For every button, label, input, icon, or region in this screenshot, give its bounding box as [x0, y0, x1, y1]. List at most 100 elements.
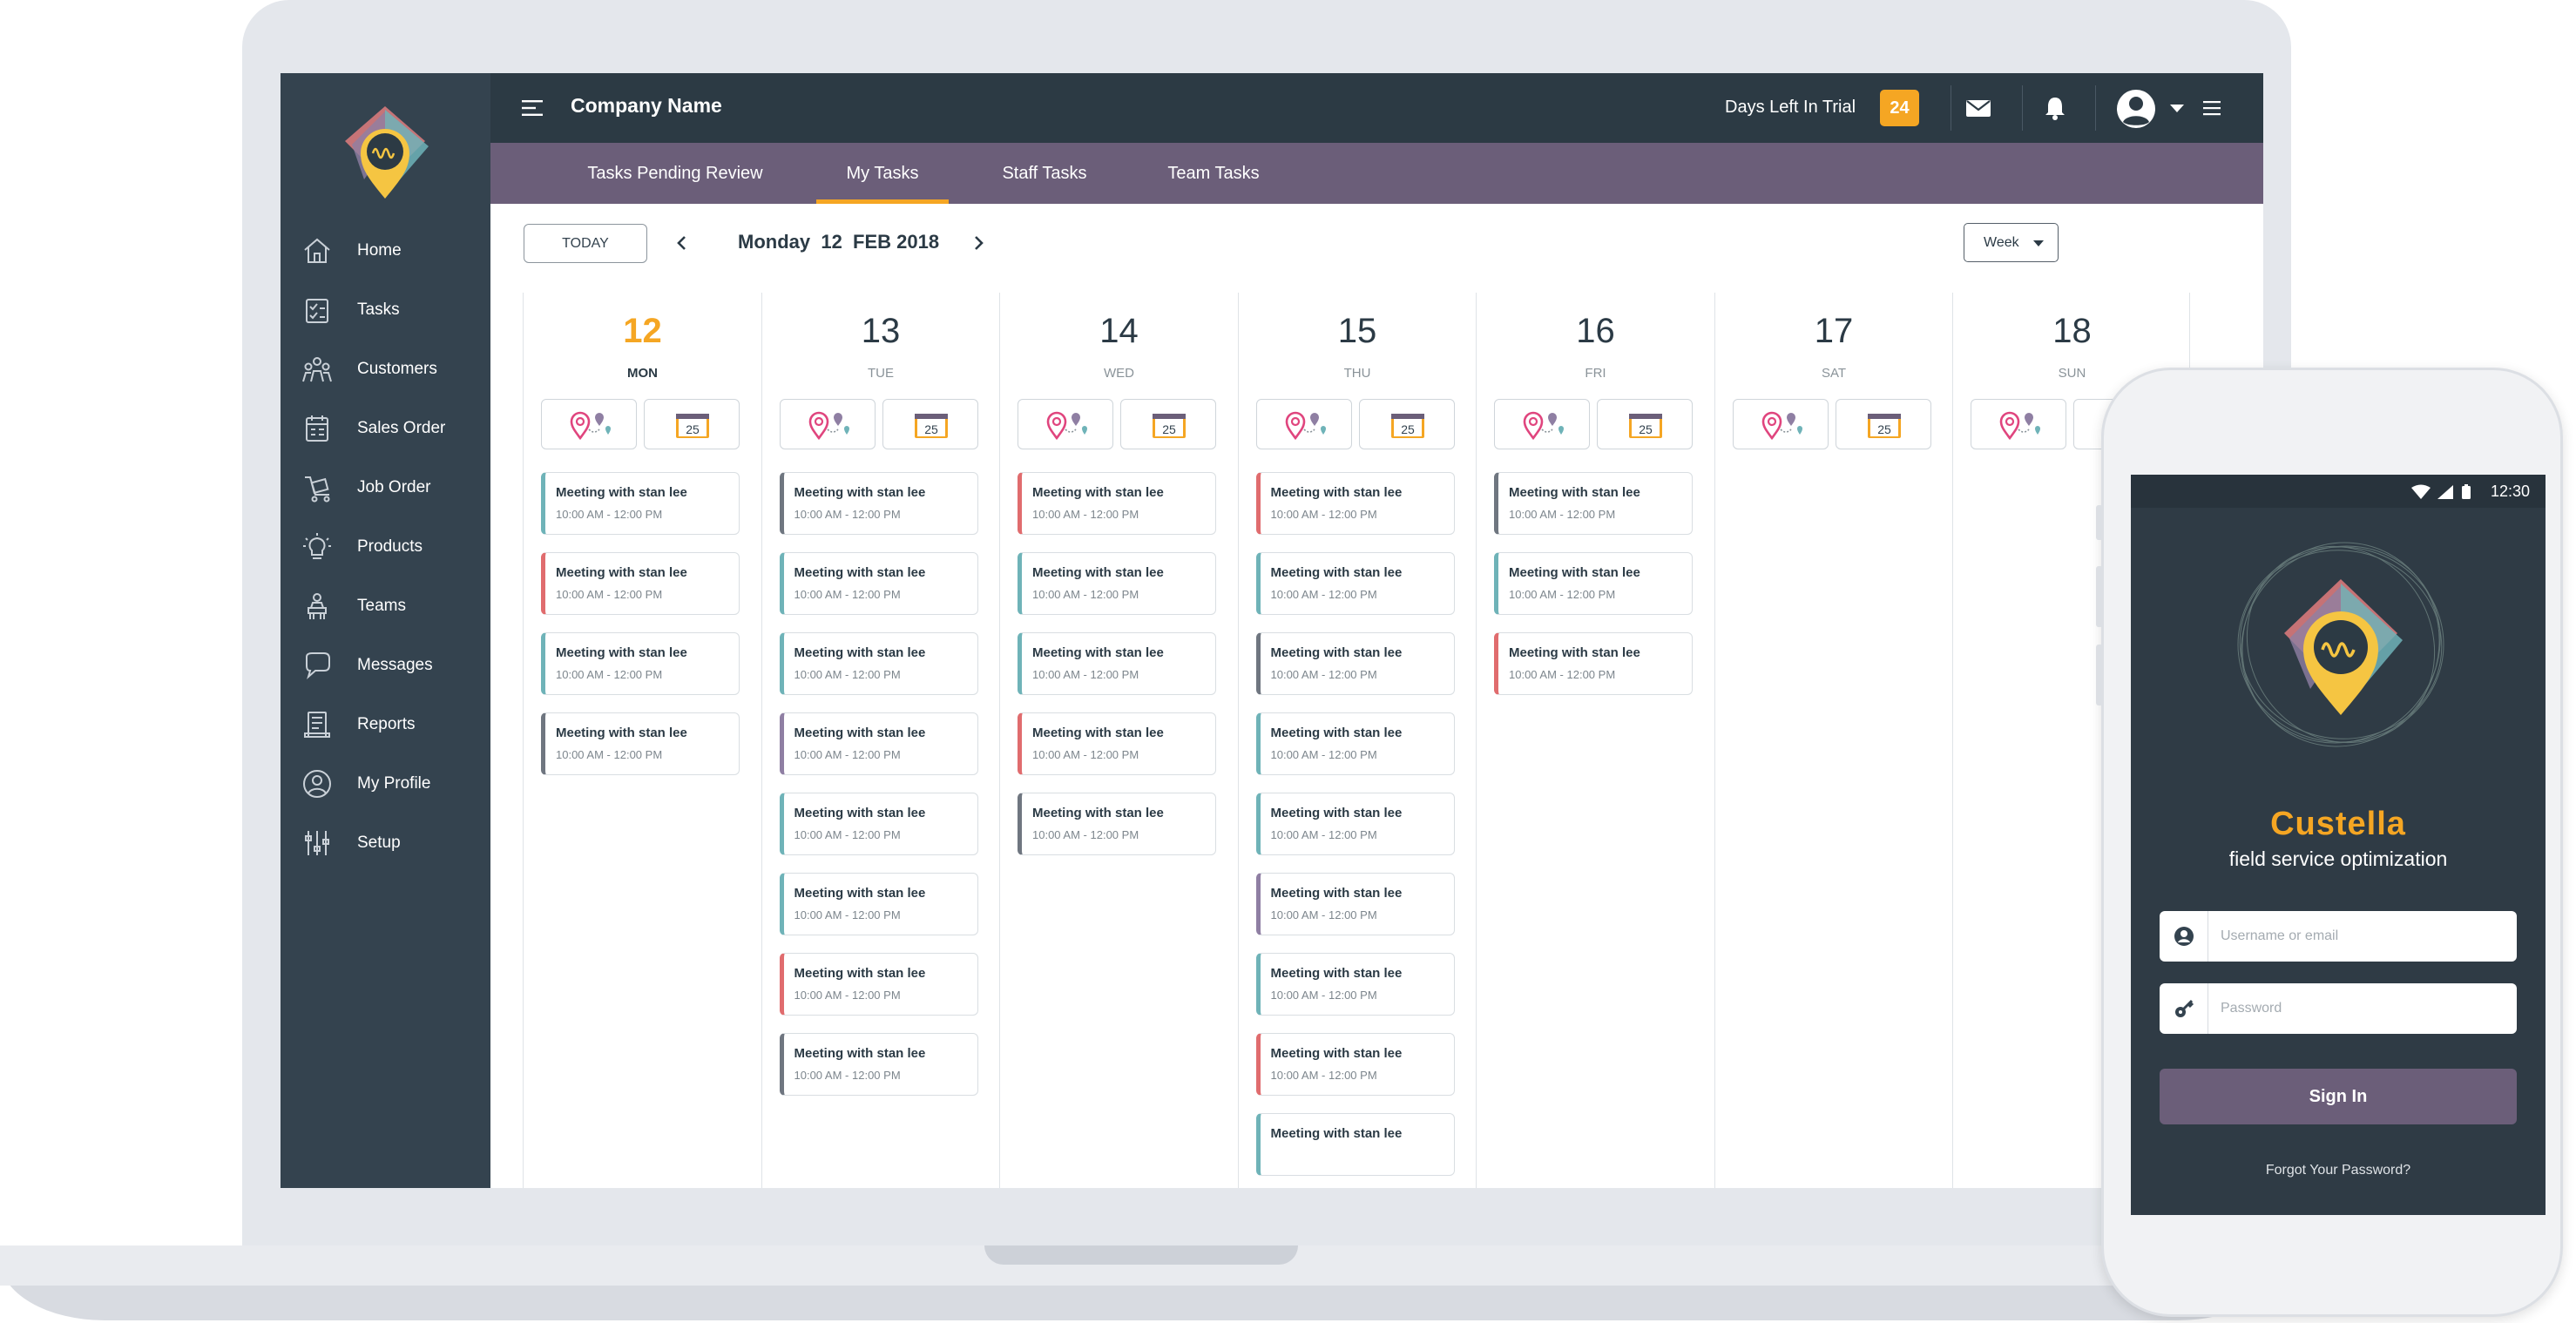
tab-team-tasks[interactable]: Team Tasks — [1142, 143, 1285, 204]
event-card[interactable]: Meeting with stan lee 10:00 AM - 12:00 PM — [1494, 632, 1693, 695]
map-view-button[interactable] — [541, 399, 637, 449]
password-field[interactable] — [2160, 983, 2517, 1034]
calendar-view-button[interactable]: 25 — [644, 399, 740, 449]
event-title: Meeting with stan lee — [794, 966, 926, 981]
event-card[interactable]: Meeting with stan lee 10:00 AM - 12:00 PM — [541, 552, 740, 615]
event-card[interactable]: Meeting with stan lee 10:00 AM - 12:00 PM — [779, 472, 978, 535]
event-card[interactable]: Meeting with stan lee 10:00 AM - 12:00 PM — [779, 793, 978, 855]
tab-tasks-pending-review[interactable]: Tasks Pending Review — [574, 143, 776, 204]
tab-my-tasks[interactable]: My Tasks — [816, 143, 949, 204]
company-name: Company Name — [571, 94, 722, 117]
day-number[interactable]: 14 — [1000, 312, 1238, 351]
job-order-icon — [305, 476, 330, 503]
sidebar: Home Tasks Customers Sales Order Job Order Pr… — [281, 73, 490, 1188]
calendar-view-button[interactable]: 25 — [1835, 399, 1931, 449]
forgot-password-link[interactable]: Forgot Your Password? — [2131, 1163, 2546, 1178]
event-card[interactable]: Meeting with stan lee 10:00 AM - 12:00 PM — [1255, 712, 1455, 775]
week-calendar: 12 MON 25 Meeting with stan lee 10:00 AM - 1… — [523, 293, 2208, 1188]
header-divider — [2022, 85, 2023, 131]
event-card[interactable]: Meeting with stan lee 10:00 AM - 12:00 PM — [1255, 793, 1455, 855]
event-card[interactable]: Meeting with stan lee 10:00 AM - 12:00 PM — [541, 712, 740, 775]
event-start: 10:00 AM — [1270, 748, 1319, 761]
event-card[interactable]: Meeting with stan lee 10:00 AM - 12:00 PM — [779, 712, 978, 775]
map-view-button[interactable] — [1732, 399, 1829, 449]
event-card[interactable]: Meeting with stan lee 10:00 AM - 12:00 PM — [1255, 953, 1455, 1016]
event-card[interactable]: Meeting with stan lee 10:00 AM - 12:00 PM — [1494, 472, 1693, 535]
chevron-down-icon[interactable] — [2170, 103, 2184, 113]
day-number[interactable]: 13 — [762, 312, 1000, 351]
sidebar-item-products[interactable]: Products — [281, 517, 490, 577]
map-pin-icon — [1523, 411, 1564, 441]
bell-icon[interactable] — [2041, 94, 2069, 122]
map-view-button[interactable] — [779, 399, 876, 449]
sidebar-item-sales-order[interactable]: Sales Order — [281, 399, 490, 458]
more-menu-icon[interactable] — [2203, 100, 2221, 116]
sidebar-item-customers[interactable]: Customers — [281, 340, 490, 399]
password-input[interactable] — [2221, 996, 2499, 1022]
tab-staff-tasks[interactable]: Staff Tasks — [975, 143, 1114, 204]
map-view-button[interactable] — [1018, 399, 1113, 449]
event-card[interactable]: Meeting with stan lee 10:00 AM - 12:00 PM — [541, 472, 740, 535]
sidebar-item-tasks[interactable]: Tasks — [281, 280, 490, 340]
calendar-view-button[interactable]: 25 — [1358, 399, 1455, 449]
sidebar-item-my-profile[interactable]: My Profile — [281, 754, 490, 813]
event-card[interactable]: Meeting with stan lee 10:00 AM - 12:00 PM — [1494, 552, 1693, 615]
view-select[interactable]: Week — [1964, 223, 2059, 262]
event-card[interactable]: Meeting with stan lee 10:00 AM - 12:00 PM — [1255, 552, 1455, 615]
username-input[interactable] — [2221, 923, 2499, 949]
event-title: Meeting with stan lee — [1032, 806, 1164, 820]
event-start: 10:00 AM — [794, 989, 842, 1002]
event-card[interactable]: Meeting with stan lee 10:00 AM - 12:00 PM — [779, 953, 978, 1016]
event-card[interactable]: Meeting with stan lee 10:00 AM - 12:00 PM — [541, 632, 740, 695]
sidebar-item-messages[interactable]: Messages — [281, 636, 490, 695]
sidebar-item-label: Job Order — [357, 478, 431, 496]
event-card[interactable]: Meeting with stan lee 10:00 AM - 12:00 PM — [1018, 712, 1216, 775]
map-view-button[interactable] — [1971, 399, 2066, 449]
event-end: 12:00 PM — [1090, 588, 1139, 601]
event-card[interactable]: Meeting with stan lee 10:00 AM - 12:00 PM — [779, 632, 978, 695]
chevron-left-icon[interactable] — [667, 228, 697, 258]
event-title: Meeting with stan lee — [1270, 645, 1403, 660]
sidebar-item-teams[interactable]: Teams — [281, 577, 490, 636]
event-card[interactable]: Meeting with stan lee 10:00 AM - 12:00 PM — [1018, 632, 1216, 695]
event-title: Meeting with stan lee — [1032, 645, 1164, 660]
event-card[interactable]: Meeting with stan lee 10:00 AM - 12:00 PM — [1255, 472, 1455, 535]
event-start: 10:00 AM — [1270, 588, 1319, 601]
event-card[interactable]: Meeting with stan lee 10:00 AM - 12:00 PM — [1018, 472, 1216, 535]
day-number[interactable]: 17 — [1715, 312, 1953, 351]
event-card[interactable]: Meeting with stan lee — [1255, 1113, 1455, 1176]
event-card[interactable]: Meeting with stan lee 10:00 AM - 12:00 PM — [1255, 1033, 1455, 1096]
day-number[interactable]: 15 — [1239, 312, 1477, 351]
user-avatar-icon[interactable] — [2116, 89, 2156, 129]
username-field[interactable] — [2160, 911, 2517, 962]
day-number[interactable]: 18 — [1953, 312, 2191, 351]
event-card[interactable]: Meeting with stan lee 10:00 AM - 12:00 PM — [779, 1033, 978, 1096]
sidebar-item-job-order[interactable]: Job Order — [281, 458, 490, 517]
event-end: 12:00 PM — [1566, 588, 1616, 601]
event-card[interactable]: Meeting with stan lee 10:00 AM - 12:00 PM — [779, 873, 978, 935]
chevron-right-icon[interactable] — [963, 228, 993, 258]
sign-in-button[interactable]: Sign In — [2160, 1069, 2517, 1124]
calendar-view-button[interactable]: 25 — [1597, 399, 1693, 449]
map-view-button[interactable] — [1255, 399, 1352, 449]
event-time: 10:00 AM - 12:00 PM — [794, 748, 901, 761]
sidebar-item-setup[interactable]: Setup — [281, 813, 490, 873]
day-number[interactable]: 16 — [1477, 312, 1714, 351]
map-view-button[interactable] — [1494, 399, 1590, 449]
today-button[interactable]: TODAY — [524, 224, 647, 263]
event-card[interactable]: Meeting with stan lee 10:00 AM - 12:00 PM — [1255, 873, 1455, 935]
calendar-view-button[interactable]: 25 — [1120, 399, 1216, 449]
event-card[interactable]: Meeting with stan lee 10:00 AM - 12:00 PM — [1018, 793, 1216, 855]
map-pin-icon — [1761, 411, 1802, 441]
sidebar-item-reports[interactable]: Reports — [281, 695, 490, 754]
event-card[interactable]: Meeting with stan lee 10:00 AM - 12:00 PM — [779, 552, 978, 615]
menu-icon[interactable] — [522, 98, 543, 118]
event-start: 10:00 AM — [1032, 828, 1080, 841]
calendar-view-button[interactable]: 25 — [882, 399, 978, 449]
event-card[interactable]: Meeting with stan lee 10:00 AM - 12:00 PM — [1018, 552, 1216, 615]
day-number[interactable]: 12 — [524, 312, 761, 351]
event-card[interactable]: Meeting with stan lee 10:00 AM - 12:00 PM — [1255, 632, 1455, 695]
mail-icon[interactable] — [1964, 94, 1992, 122]
sidebar-item-home[interactable]: Home — [281, 221, 490, 280]
time-separator: - — [842, 668, 852, 681]
